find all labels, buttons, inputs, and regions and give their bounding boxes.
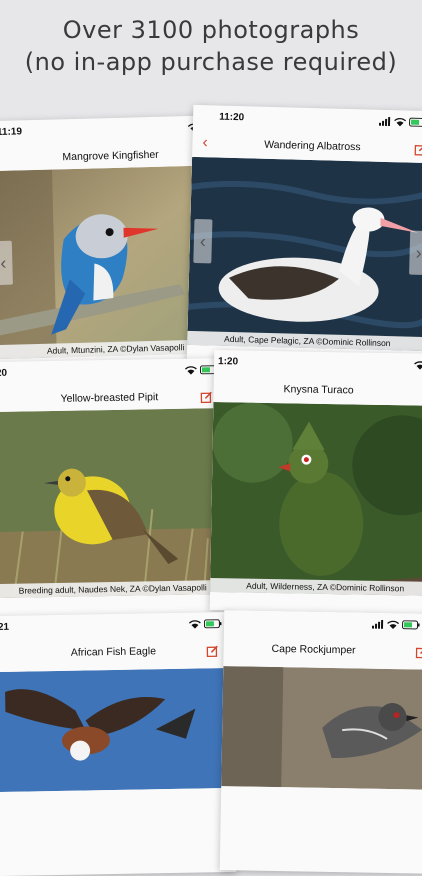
status-bar: 21: [0, 612, 232, 640]
signal-icon: [378, 117, 391, 127]
bird-photo[interactable]: [187, 156, 422, 352]
signal-icon: [371, 619, 384, 629]
battery-icon: [409, 117, 422, 127]
next-photo-button[interactable]: ›: [409, 230, 422, 276]
photo-caption: Adult, Wilderness, ZA ©Dominic Rollinson: [210, 577, 422, 596]
previous-photo-button[interactable]: ‹: [193, 218, 213, 264]
card-cape-rockjumper: Cape Rockjumper ‹: [219, 610, 422, 874]
edit-icon[interactable]: [415, 645, 422, 663]
card-knysna-turaco: 1:20 Knysna Turaco Adult, Wilderness, ZA…: [209, 350, 422, 614]
nav-bar: African Fish Eagle: [0, 638, 233, 668]
chevron-left-icon: ‹: [199, 231, 207, 252]
wifi-icon: [188, 620, 201, 629]
wifi-icon: [184, 366, 197, 375]
bird-photo[interactable]: [210, 402, 422, 596]
species-title: Cape Rockjumper: [271, 642, 356, 657]
photo-caption: Breeding adult, Naudes Nek, ZA ©Dylan Va…: [0, 579, 232, 599]
bird-photo[interactable]: [0, 407, 232, 599]
status-time: 20: [0, 367, 8, 379]
status-icons: [188, 619, 222, 629]
status-time: 21: [0, 621, 10, 634]
headline-line-2: (no in-app purchase required): [24, 48, 398, 76]
battery-icon: [402, 620, 420, 630]
headline: Over 3100 photographs (no in-app purchas…: [0, 14, 422, 78]
status-bar: 1:20: [214, 350, 422, 378]
wifi-icon: [387, 620, 400, 630]
species-title: Wandering Albatross: [264, 138, 361, 154]
edit-icon[interactable]: [414, 143, 422, 161]
status-bar: 11:20: [193, 105, 422, 135]
status-time: 1:20: [217, 356, 239, 368]
status-bar: 20: [0, 358, 228, 386]
status-icons: [414, 361, 422, 370]
status-icons: [378, 117, 422, 127]
bird-photo[interactable]: [221, 666, 422, 790]
card-wandering-albatross: 11:20 ‹ Wandering Albatross Adult, Cape …: [186, 104, 422, 372]
status-time: 11:20: [218, 111, 245, 124]
battery-icon: [203, 619, 222, 629]
status-icons: [371, 619, 420, 630]
edit-icon[interactable]: [206, 644, 218, 662]
status-bar: [224, 610, 422, 638]
species-title: Knysna Turaco: [283, 383, 354, 397]
card-african-fish-eagle: 21 African Fish Eagle: [0, 611, 237, 876]
chevron-right-icon: ›: [415, 242, 422, 263]
chevron-left-icon: ‹: [0, 252, 7, 273]
status-time: 11:19: [0, 126, 23, 138]
species-title: African Fish Eagle: [70, 645, 157, 659]
edit-icon[interactable]: [200, 390, 212, 408]
nav-bar: Cape Rockjumper: [223, 636, 422, 666]
wifi-icon: [394, 117, 407, 127]
previous-photo-button[interactable]: ‹: [0, 240, 13, 286]
bird-photo[interactable]: [0, 667, 235, 793]
species-title: Yellow-breasted Pipit: [60, 391, 159, 405]
wifi-icon: [414, 361, 422, 370]
card-yellow-breasted-pipit: 20 Yellow-breasted Pipit Breeding adult,…: [0, 357, 233, 623]
nav-bar: Knysna Turaco: [213, 376, 422, 406]
headline-line-1: Over 3100 photographs: [62, 16, 360, 44]
